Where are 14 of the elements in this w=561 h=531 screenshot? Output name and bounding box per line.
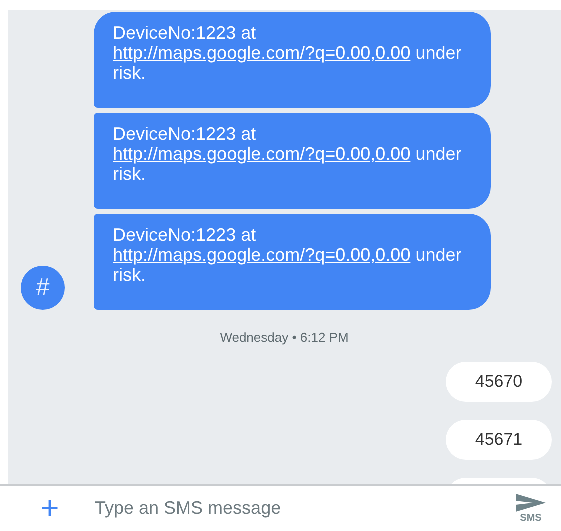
message-text: DeviceNo:1223 at http://maps.google.com/?q=0.00,0.00 under risk. [113,23,463,83]
timestamp: Wednesday • 6:12 PM [220,330,349,345]
message-bubble: 45671 [446,420,552,460]
add-button[interactable]: + [33,492,67,524]
message-bubble: 45670 [446,362,552,402]
message-text: DeviceNo:1223 at http://maps.google.com/?q=0.00,0.00 under risk. [113,225,463,285]
message-input[interactable]: Type an SMS message [93,496,515,520]
contact-avatar: # [21,266,65,310]
link[interactable]: http://maps.google.com/?q=0.00,0.00 [113,144,411,164]
send-button[interactable]: SMS [515,492,547,524]
link[interactable]: http://maps.google.com/?q=0.00,0.00 [113,245,411,265]
link[interactable]: http://maps.google.com/?q=0.00,0.00 [113,43,411,63]
send-icon [515,492,547,512]
message-text: DeviceNo:1223 at http://maps.google.com/?q=0.00,0.00 under risk. [113,124,463,184]
